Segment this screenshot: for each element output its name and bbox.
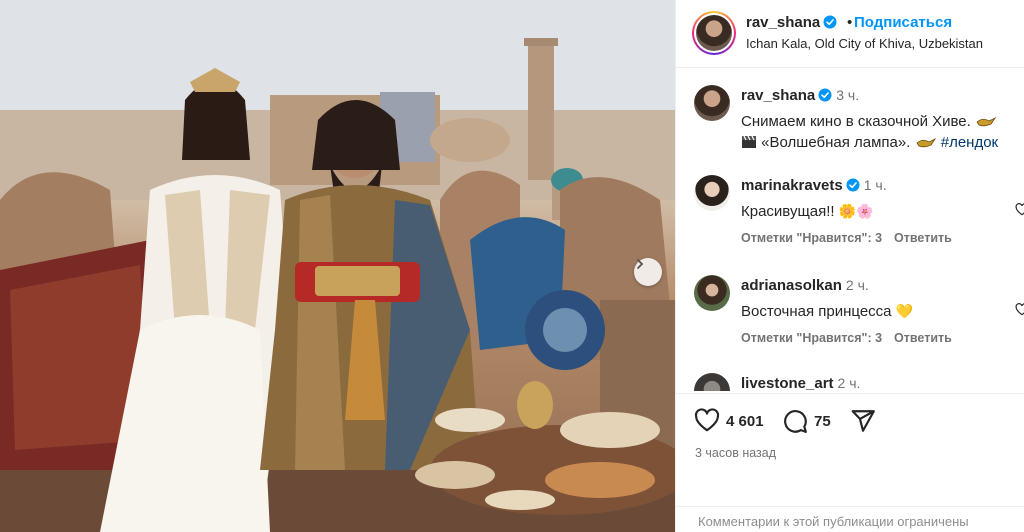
photo-illustration xyxy=(0,0,675,532)
like-comment-icon[interactable] xyxy=(1015,303,1024,317)
location-link[interactable]: Ichan Kala, Old City of Khiva, Uzbekista… xyxy=(746,36,983,51)
comment-time: 1 ч. xyxy=(863,177,887,193)
verified-badge-icon xyxy=(818,88,832,102)
caption-line1: Снимаем кино в сказочной Хиве. xyxy=(741,113,971,130)
comment-emoji: 💛 xyxy=(895,304,914,320)
follow-button[interactable]: Подписаться xyxy=(854,14,952,31)
avatar[interactable] xyxy=(696,15,732,51)
comment-button[interactable]: 75 xyxy=(782,408,831,434)
author-username[interactable]: rav_shana xyxy=(746,14,837,31)
comment-text-body: Красивущая!! xyxy=(741,203,835,220)
verified-badge-icon xyxy=(846,178,860,192)
share-button[interactable] xyxy=(850,408,876,434)
comment-text: Восточная принцесса 💛 xyxy=(741,301,1023,323)
like-comment-icon[interactable] xyxy=(1015,203,1024,217)
comments-count[interactable]: 75 xyxy=(814,413,831,430)
likes-count-link[interactable]: Отметки "Нравится": 3 xyxy=(741,331,882,345)
avatar[interactable] xyxy=(694,85,730,121)
caption-username[interactable]: rav_shana xyxy=(741,87,815,104)
heart-icon xyxy=(694,408,720,432)
chevron-right-icon xyxy=(637,259,644,269)
send-icon xyxy=(851,410,875,432)
carousel-next-button[interactable] xyxy=(634,258,662,286)
comment-username[interactable]: adrianasolkan xyxy=(741,277,842,294)
avatar[interactable] xyxy=(694,175,730,211)
like-button[interactable]: 4 601 xyxy=(694,408,764,434)
restricted-text: Комментарии к этой публикации ограничены xyxy=(698,514,969,529)
comment-username[interactable]: livestone_art xyxy=(741,375,834,391)
comment-time: 2 ч. xyxy=(837,375,861,391)
likes-count-link[interactable]: Отметки "Нравится": 3 xyxy=(741,231,882,245)
post-actions: 4 601 75 3 часов назад xyxy=(676,393,1024,473)
reply-button[interactable]: Ответить xyxy=(894,331,952,345)
caption-time: 3 ч. xyxy=(836,87,860,103)
caption-text: Снимаем кино в сказочной Хиве. «Волшебна… xyxy=(741,111,1023,153)
avatar[interactable] xyxy=(694,373,730,391)
comment-header: livestone_art 2 ч. xyxy=(741,375,860,391)
author-username-text[interactable]: rav_shana xyxy=(746,14,820,31)
post-photo[interactable] xyxy=(0,0,675,532)
comment-text: Красивущая!! 🌼🌸 xyxy=(741,201,1023,223)
comment-time: 2 ч. xyxy=(845,277,869,293)
comments-list[interactable]: rav_shana 3 ч. Снимаем кино в сказочной Х… xyxy=(676,69,1024,391)
post-side-panel: rav_shana • Подписаться Ichan Kala, Old … xyxy=(675,0,1024,532)
comment-text-body: Восточная принцесса xyxy=(741,303,892,320)
avatar[interactable] xyxy=(694,275,730,311)
post-header: rav_shana • Подписаться Ichan Kala, Old … xyxy=(676,0,1024,68)
post-timestamp: 3 часов назад xyxy=(695,446,777,460)
story-ring[interactable] xyxy=(692,11,736,55)
lamp-icon xyxy=(975,113,997,130)
separator-dot: • xyxy=(847,14,853,31)
comment-header: marinakravets 1 ч. xyxy=(741,177,887,194)
lamp-icon xyxy=(915,134,937,151)
comment-meta: Отметки "Нравится": 3 Ответить xyxy=(741,331,964,345)
comment-bubble-icon xyxy=(784,410,807,433)
reply-button[interactable]: Ответить xyxy=(894,231,952,245)
comment-emoji: 🌼🌸 xyxy=(838,204,874,220)
caption-header: rav_shana 3 ч. xyxy=(741,87,859,104)
comments-restricted-notice: Комментарии к этой публикации ограничены xyxy=(676,506,1024,532)
comment-meta: Отметки "Нравится": 3 Ответить xyxy=(741,231,964,245)
comment-header: adrianasolkan 2 ч. xyxy=(741,277,869,294)
hashtag-link[interactable]: #лендок xyxy=(941,134,998,151)
comment-username[interactable]: marinakravets xyxy=(741,177,843,194)
verified-badge-icon xyxy=(823,15,837,29)
likes-count[interactable]: 4 601 xyxy=(726,413,764,430)
clapper-icon xyxy=(741,134,757,151)
caption-line2: «Волшебная лампа». xyxy=(761,134,911,151)
